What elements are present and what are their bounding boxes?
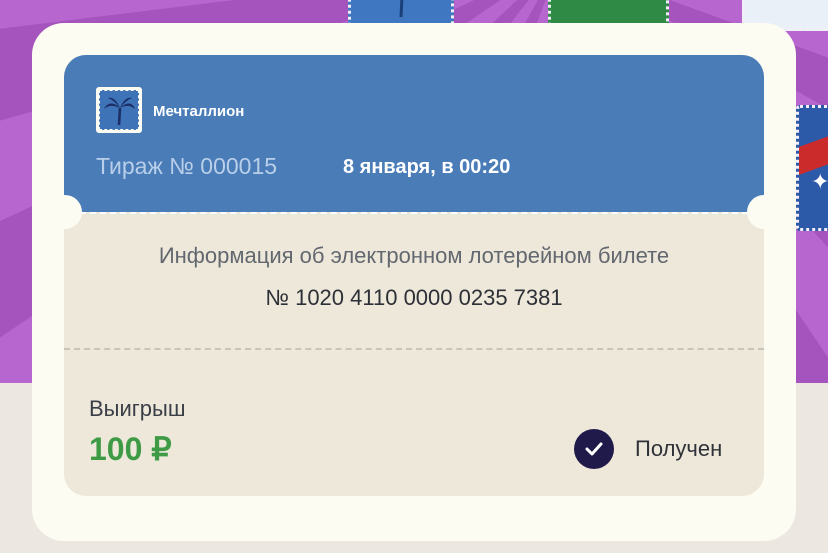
ticket-number: № 1020 4110 0000 0235 7381 (265, 285, 563, 310)
ticket-info-title: Информация об электронном лотерейном бил… (158, 243, 670, 268)
palm-tree-icon (96, 87, 142, 133)
lottery-name: Мечталлион (153, 103, 245, 120)
win-amount: 100 ₽ (89, 431, 172, 467)
ticket-header: Мечталлион Тираж № 000015 8 января, в 00… (64, 55, 764, 212)
draw-number: Тираж № 000015 (96, 153, 278, 179)
ticket-notch-left (48, 195, 82, 229)
lottery-ticket: Мечталлион Тираж № 000015 8 января, в 00… (64, 55, 764, 496)
win-label: Выигрыш (89, 396, 186, 421)
checkmark-icon (574, 429, 614, 469)
status-badge: Получен (574, 429, 722, 469)
star-stamp-decoration: ✦ (796, 105, 828, 231)
divider (64, 348, 764, 350)
perforation-line (70, 212, 758, 214)
ticket-notch-right (747, 195, 781, 229)
draw-date: 8 января, в 00:20 (343, 156, 511, 178)
status-label: Получен (635, 436, 723, 461)
